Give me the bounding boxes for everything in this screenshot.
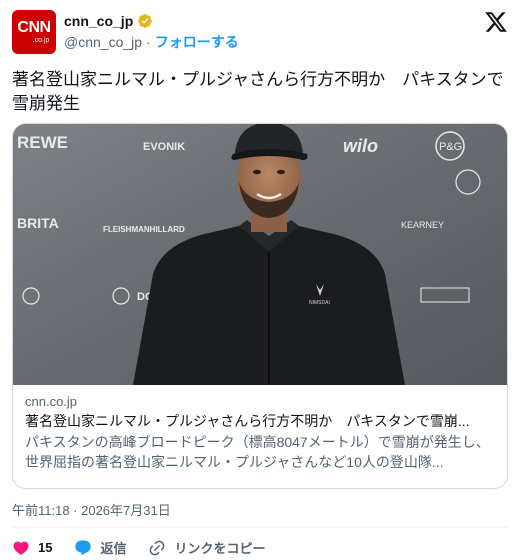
sponsor-logo: FLEISHMANHILLARD (103, 225, 185, 234)
card-description: パキスタンの高峰ブロードピーク（標高8047メートル）で雪崩が発生し、世界屈指の… (25, 434, 490, 470)
separator-dot: · (146, 33, 151, 50)
like-count: 15 (38, 540, 53, 555)
photo-illustration: REWE EVONIK wilo P&G BRITA FLEISHMANHILL… (13, 124, 507, 385)
tweet-timestamp[interactable]: 午前11:18 · 2026年7月31日 (12, 500, 171, 519)
card-domain: cnn.co.jp (25, 394, 78, 409)
card-title[interactable]: 著名登山家ニルマル・プルジャさんら行方不明か パキスタンで雪崩... (25, 412, 495, 431)
reply-bubble-icon (75, 540, 92, 555)
card-image[interactable]: REWE EVONIK wilo P&G BRITA FLEISHMANHILL… (13, 124, 507, 385)
copy-link-button[interactable]: リンクをコピー (148, 538, 266, 557)
handle[interactable]: @cnn_co_jp (64, 34, 142, 50)
tweet-header: CNN .co.jp cnn_co_jp @cnn_co_jp · フォローする (12, 8, 508, 56)
reply-button[interactable]: 返信 (74, 538, 126, 557)
follow-button[interactable]: フォローする (155, 32, 239, 52)
name-row: cnn_co_jp (64, 13, 239, 29)
link-icon (150, 540, 165, 555)
copy-link-label: リンクをコピー (174, 541, 266, 556)
sponsor-logo: REWE (17, 133, 68, 152)
sponsor-logo: KEARNEY (401, 220, 444, 230)
handle-row: @cnn_co_jp · フォローする (64, 32, 239, 52)
user-info: cnn_co_jp @cnn_co_jp · フォローする (64, 13, 239, 52)
reply-label: 返信 (100, 541, 127, 556)
heart-icon (13, 541, 29, 555)
divider (12, 527, 508, 528)
avatar-logo-text: CNN (17, 18, 51, 36)
sponsor-logo: wilo (343, 136, 378, 156)
sponsor-logo: BRITA (17, 215, 59, 231)
sponsor-logo: EVONIK (143, 141, 185, 153)
tweet-text: 著名登山家ニルマル・プルジャさんら行方不明か パキスタンで雪崩発生 (12, 70, 504, 113)
avatar[interactable]: CNN .co.jp (12, 10, 56, 54)
like-button[interactable]: 15 (12, 539, 52, 557)
action-bar: 15 返信 リンクをコピー (12, 538, 288, 557)
sponsor-logo: P&G (439, 141, 462, 153)
card-meta: cnn.co.jp 著名登山家ニルマル・プルジャさんら行方不明か パキスタンで雪… (13, 385, 507, 472)
verified-badge-icon (138, 13, 153, 28)
avatar-sub-text: .co.jp (32, 36, 50, 44)
x-logo-icon[interactable] (484, 10, 508, 34)
shirt-logo: NIMSDAI (309, 300, 330, 306)
display-name[interactable]: cnn_co_jp (64, 13, 133, 29)
link-preview-card[interactable]: REWE EVONIK wilo P&G BRITA FLEISHMANHILL… (12, 123, 508, 489)
